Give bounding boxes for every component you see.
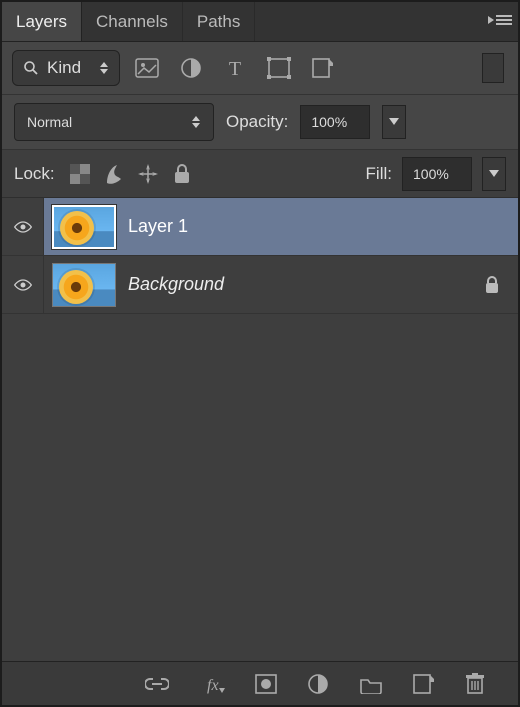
lock-all-icon[interactable] xyxy=(171,163,193,185)
chevron-updown-icon xyxy=(191,114,201,130)
filter-type-text-icon[interactable]: T xyxy=(222,55,248,81)
blend-mode-value: Normal xyxy=(27,114,72,130)
new-adjustment-button[interactable] xyxy=(307,673,329,695)
new-group-button[interactable] xyxy=(359,674,383,694)
visibility-toggle[interactable] xyxy=(2,256,44,313)
lock-position-icon[interactable] xyxy=(137,163,159,185)
fill-dropdown[interactable] xyxy=(482,157,506,191)
layer-lock-icon xyxy=(484,276,500,294)
layer-thumbnail[interactable] xyxy=(52,205,116,249)
opacity-field[interactable]: 100% xyxy=(300,105,370,139)
layer-name[interactable]: Layer 1 xyxy=(128,216,188,237)
opacity-label: Opacity: xyxy=(226,112,288,132)
filter-pixel-icon[interactable] xyxy=(134,55,160,81)
layer-effects-button[interactable]: fx xyxy=(199,674,225,694)
eye-icon xyxy=(13,220,33,234)
blend-mode-select[interactable]: Normal xyxy=(14,103,214,141)
layers-list: Layer 1 Background xyxy=(2,198,518,661)
fill-label: Fill: xyxy=(366,164,392,184)
filter-kind-label: Kind xyxy=(47,58,81,78)
add-mask-button[interactable] xyxy=(255,674,277,694)
tab-channels[interactable]: Channels xyxy=(82,2,183,41)
new-layer-button[interactable] xyxy=(413,674,435,694)
panel-menu-icon xyxy=(488,12,512,28)
filter-kind-select[interactable]: Kind xyxy=(12,50,120,86)
delete-layer-button[interactable] xyxy=(465,673,485,695)
panel-menu-button[interactable] xyxy=(488,12,512,28)
layer-filter-bar: Kind T xyxy=(2,42,518,95)
opacity-value: 100% xyxy=(311,114,347,130)
layer-thumbnail[interactable] xyxy=(52,263,116,307)
filter-adjustment-icon[interactable] xyxy=(178,55,204,81)
layer-row[interactable]: Layer 1 xyxy=(2,198,518,256)
eye-icon xyxy=(13,278,33,292)
svg-text:T: T xyxy=(229,58,241,79)
chevron-down-icon xyxy=(389,118,399,126)
lock-label: Lock: xyxy=(14,164,55,184)
chevron-down-icon xyxy=(489,170,499,178)
blend-opacity-row: Normal Opacity: 100% xyxy=(2,95,518,150)
svg-text:fx: fx xyxy=(207,677,219,694)
fill-field[interactable]: 100% xyxy=(402,157,472,191)
filter-smartobject-icon[interactable] xyxy=(310,55,336,81)
lock-transparency-icon[interactable] xyxy=(69,163,91,185)
layers-panel: Layers Channels Paths Kind xyxy=(0,0,520,707)
tab-paths[interactable]: Paths xyxy=(183,2,255,41)
filter-type-icons: T xyxy=(134,55,336,81)
filter-toggle-switch[interactable] xyxy=(482,53,504,83)
tab-layers[interactable]: Layers xyxy=(2,2,82,41)
layer-name[interactable]: Background xyxy=(128,274,224,295)
panel-tab-bar: Layers Channels Paths xyxy=(2,2,518,42)
link-layers-button[interactable] xyxy=(145,676,169,692)
chevron-updown-icon xyxy=(99,60,109,76)
search-icon xyxy=(23,60,39,76)
layer-row[interactable]: Background xyxy=(2,256,518,314)
lock-image-icon[interactable] xyxy=(103,163,125,185)
opacity-dropdown[interactable] xyxy=(382,105,406,139)
fill-value: 100% xyxy=(413,166,449,182)
lock-fill-row: Lock: Fill: 100% xyxy=(2,150,518,198)
layers-footer: fx xyxy=(2,661,518,705)
filter-shape-icon[interactable] xyxy=(266,55,292,81)
visibility-toggle[interactable] xyxy=(2,198,44,255)
